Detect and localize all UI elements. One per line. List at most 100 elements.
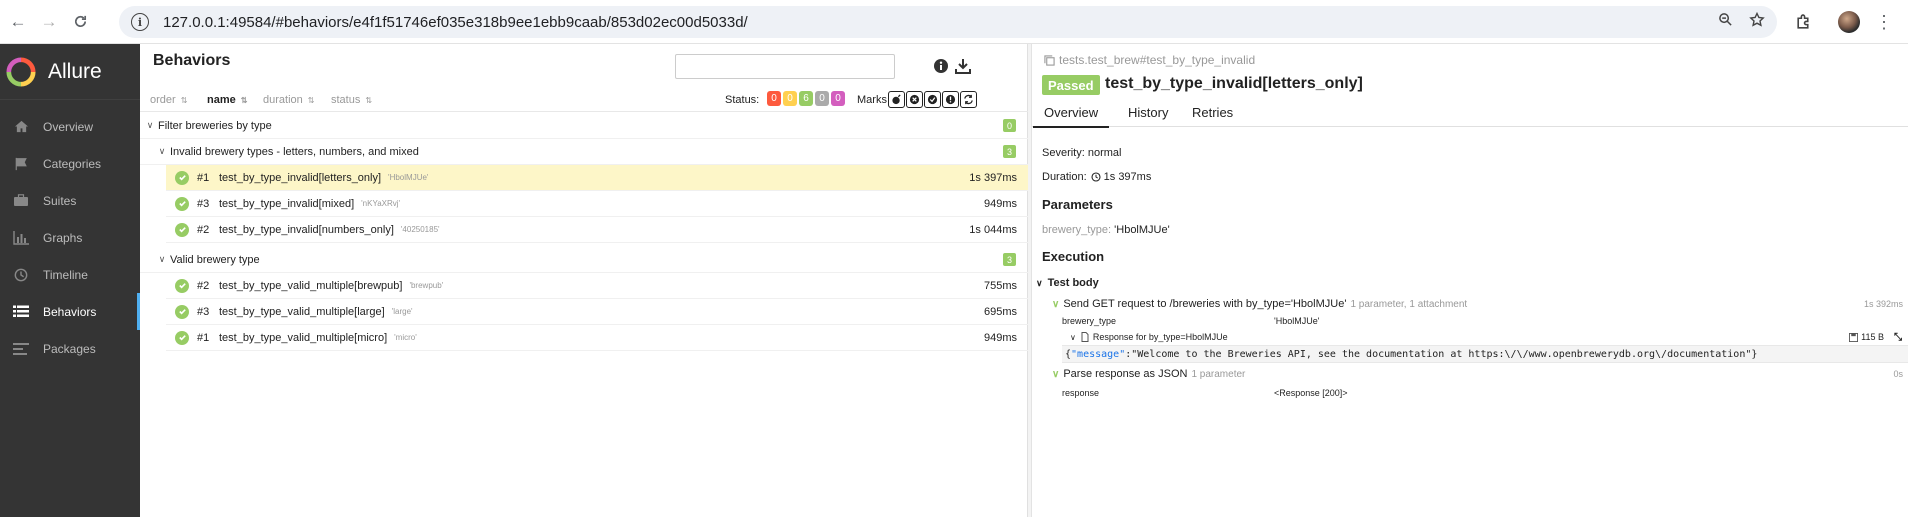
sort-order[interactable]: order ⇅ bbox=[150, 94, 187, 106]
brand[interactable]: Allure bbox=[0, 44, 140, 100]
passed-check-icon bbox=[175, 304, 189, 319]
chevron-down-icon: ∨ bbox=[1052, 368, 1060, 380]
address-bar[interactable]: i 127.0.0.1:49584/#behaviors/e4f1f51746e… bbox=[119, 6, 1777, 38]
step-row[interactable]: ∨ Send GET request to /breweries with by… bbox=[1052, 296, 1908, 312]
chevron-down-icon: ∨ bbox=[1052, 298, 1060, 310]
sidebar-item-label: Categories bbox=[43, 156, 102, 171]
behaviors-pane: Behaviors order ⇅ name ⇅ duration ⇅ status ⇅… bbox=[140, 44, 1028, 517]
new-passed-icon[interactable] bbox=[924, 91, 941, 108]
chevron-down-icon: ∨ bbox=[146, 120, 154, 130]
expand-icon[interactable]: ⤡ bbox=[1894, 332, 1902, 343]
sidebar-item-overview[interactable]: Overview bbox=[0, 108, 140, 145]
sidebar-item-label: Suites bbox=[43, 193, 77, 208]
sidebar-nav: Overview Categories Suites Graphs Timeli… bbox=[0, 108, 140, 367]
test-row[interactable]: #2 test_by_type_valid_multiple[brewpub] … bbox=[166, 273, 1028, 299]
step-parameter-row: brewery_type 'HbolMJUe' bbox=[1062, 313, 1319, 329]
profile-avatar[interactable] bbox=[1838, 11, 1860, 33]
sidebar-item-behaviors[interactable]: Behaviors bbox=[0, 293, 140, 330]
new-failed-icon[interactable] bbox=[906, 91, 923, 108]
forward-icon[interactable]: → bbox=[36, 9, 62, 35]
sidebar-item-graphs[interactable]: Graphs bbox=[0, 219, 140, 256]
severity-value: normal bbox=[1087, 147, 1122, 159]
json-value: "Welcome to the Breweries API, see the d… bbox=[1131, 348, 1752, 360]
test-duration: 1s 044ms bbox=[969, 223, 1017, 236]
tab-history[interactable]: History bbox=[1128, 105, 1168, 127]
step-meta: 1 parameter, 1 attachment bbox=[1350, 298, 1468, 310]
group-count-badge: 0 bbox=[1003, 119, 1016, 132]
test-param: 'micro' bbox=[394, 333, 417, 342]
test-row[interactable]: #2 test_by_type_invalid[numbers_only] '4… bbox=[166, 217, 1028, 243]
status-skipped-count[interactable]: 0 bbox=[815, 91, 829, 106]
briefcase-icon bbox=[11, 194, 31, 207]
reload-icon[interactable] bbox=[67, 9, 93, 35]
new-broken-icon[interactable] bbox=[942, 91, 959, 108]
url-text[interactable]: 127.0.0.1:49584/#behaviors/e4f1f51746ef0… bbox=[163, 14, 748, 31]
group-name: Valid brewery type bbox=[170, 253, 260, 266]
test-body-label: Test body bbox=[1047, 277, 1099, 289]
info-icon[interactable] bbox=[933, 58, 951, 76]
passed-check-icon bbox=[175, 196, 189, 211]
test-row[interactable]: #1 test_by_type_invalid[letters_only] 'H… bbox=[166, 165, 1028, 191]
retries-icon[interactable] bbox=[960, 91, 977, 108]
search-input[interactable] bbox=[675, 54, 895, 79]
download-icon[interactable] bbox=[955, 58, 973, 76]
test-name: test_by_type_invalid[letters_only] bbox=[219, 171, 382, 184]
step-title: Send GET request to /breweries with by_t… bbox=[1063, 298, 1347, 310]
copy-icon[interactable] bbox=[1044, 54, 1055, 66]
attachment-row[interactable]: ∨ Response for by_type=HbolMJUe 115 B ⤡ bbox=[1070, 329, 1908, 345]
duration-value: 1s 397ms bbox=[1103, 171, 1152, 183]
tree-group-story[interactable]: ∨ Invalid brewery types - letters, numbe… bbox=[140, 139, 1028, 165]
test-body-toggle[interactable]: ∨ Test body bbox=[1036, 275, 1099, 291]
sidebar-item-suites[interactable]: Suites bbox=[0, 182, 140, 219]
test-title: test_by_type_invalid[letters_only] bbox=[1105, 75, 1363, 92]
test-number: #2 bbox=[197, 223, 210, 236]
tree-group-feature[interactable]: ∨ Filter breweries by type 0 bbox=[140, 113, 1028, 139]
zoom-icon[interactable] bbox=[1718, 12, 1733, 32]
save-icon[interactable] bbox=[1849, 332, 1859, 342]
parameter-value: 'HbolMJUe' bbox=[1114, 224, 1170, 236]
test-name: test_by_type_valid_multiple[micro] bbox=[219, 331, 388, 344]
test-row[interactable]: #1 test_by_type_valid_multiple[micro] 'm… bbox=[166, 325, 1028, 351]
back-icon[interactable]: ← bbox=[5, 9, 31, 35]
chevron-down-icon: ∨ bbox=[158, 146, 166, 156]
site-info-icon[interactable]: i bbox=[131, 13, 149, 31]
breadcrumb[interactable]: tests.test_brew#test_by_type_invalid bbox=[1044, 53, 1255, 67]
status-failed-count[interactable]: 0 bbox=[767, 91, 781, 106]
browser-menu-icon[interactable]: ⋮ bbox=[1874, 13, 1894, 31]
marks-label: Marks: bbox=[857, 94, 890, 106]
parameter-row: brewery_type: 'HbolMJUe' bbox=[1042, 224, 1170, 236]
flaky-bomb-icon[interactable] bbox=[888, 91, 905, 108]
sort-duration[interactable]: duration ⇅ bbox=[263, 94, 314, 106]
bookmark-star-icon[interactable] bbox=[1749, 11, 1765, 33]
severity-label: Severity: bbox=[1042, 147, 1085, 159]
sidebar-item-categories[interactable]: Categories bbox=[0, 145, 140, 182]
step-row[interactable]: ∨ Parse response as JSON 1 parameter 0s bbox=[1052, 366, 1908, 382]
sort-bar: order ⇅ name ⇅ duration ⇅ status ⇅ Status: 0… bbox=[140, 88, 1028, 112]
status-unknown-count[interactable]: 0 bbox=[831, 91, 845, 106]
align-left-icon bbox=[11, 342, 31, 355]
passed-check-icon bbox=[175, 278, 189, 293]
tab-overview[interactable]: Overview bbox=[1032, 105, 1110, 128]
status-broken-count[interactable]: 0 bbox=[783, 91, 797, 106]
test-row[interactable]: #3 test_by_type_valid_multiple[large] 'l… bbox=[166, 299, 1028, 325]
severity-row: Severity: normal bbox=[1042, 147, 1121, 159]
sort-status[interactable]: status ⇅ bbox=[331, 94, 372, 106]
sort-name[interactable]: name ⇅ bbox=[207, 94, 247, 106]
brand-name: Allure bbox=[48, 59, 102, 83]
extensions-puzzle-icon[interactable] bbox=[1792, 11, 1814, 33]
test-row[interactable]: #3 test_by_type_invalid[mixed] 'nKYaXRvj… bbox=[166, 191, 1028, 217]
sidebar-item-label: Packages bbox=[43, 341, 96, 356]
sidebar-item-timeline[interactable]: Timeline bbox=[0, 256, 140, 293]
step-duration: 1s 392ms bbox=[1863, 299, 1903, 309]
sidebar-item-packages[interactable]: Packages bbox=[0, 330, 140, 367]
status-badge: Passed bbox=[1042, 75, 1100, 95]
passed-check-icon bbox=[175, 170, 189, 185]
status-passed-count[interactable]: 6 bbox=[799, 91, 813, 106]
passed-check-icon bbox=[175, 222, 189, 237]
status-filter-label: Status: bbox=[725, 94, 760, 106]
tab-retries[interactable]: Retries bbox=[1192, 105, 1233, 127]
test-number: #3 bbox=[197, 197, 210, 210]
file-icon bbox=[1081, 332, 1089, 342]
tree-group-story[interactable]: ∨ Valid brewery type 3 bbox=[140, 247, 1028, 273]
test-number: #2 bbox=[197, 279, 210, 292]
